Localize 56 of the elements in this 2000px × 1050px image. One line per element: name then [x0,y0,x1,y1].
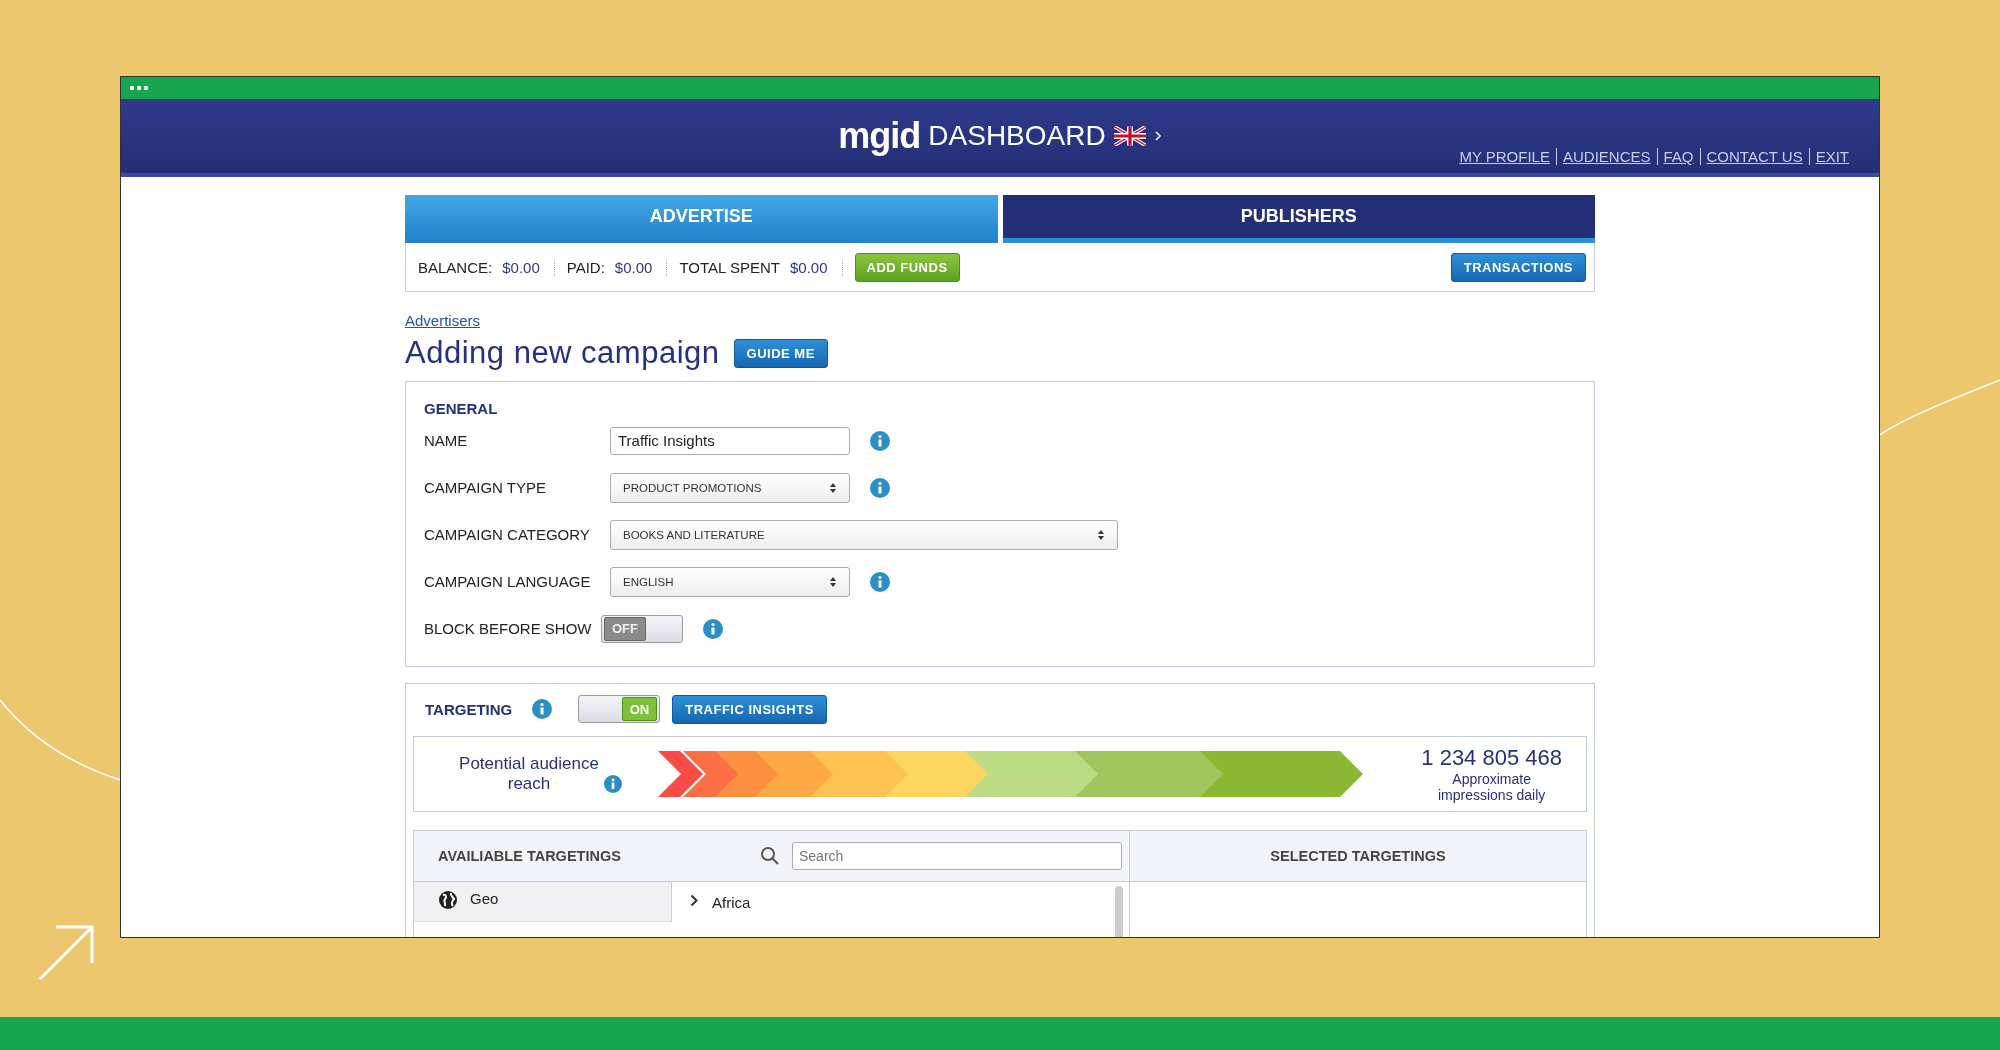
select-field[interactable]: BOOKS AND LITERATURE [610,519,1118,550]
diagonal-arrow-icon [38,925,94,981]
reach-label: Potential audience reach [458,754,600,794]
field-label: CAMPAIGN LANGUAGE [424,573,592,590]
logo-text: DASHBOARD [928,120,1106,152]
nav-link[interactable]: AUDIENCES [1556,148,1651,165]
guide-me-button[interactable]: GUIDE ME [733,338,828,368]
balance-value: $0.00 [502,258,540,276]
info-icon[interactable] [870,477,890,498]
field-label: NAME [424,432,469,449]
scrollbar[interactable] [1115,886,1123,937]
search-icon [760,846,780,866]
tab[interactable]: PUBLISHERS [1002,195,1595,243]
nav-link[interactable]: EXIT [1808,148,1849,165]
sort-arrows-icon [829,575,837,588]
caret-icon[interactable] [1153,130,1162,142]
toggle-knob: ON [621,697,658,721]
breadcrumb-link[interactable]: Advertisers [405,312,481,329]
column-heading: SELECTED TARGETINGS [1130,831,1586,882]
balance-label: TOTAL SPENT [679,258,780,276]
field-label: BLOCK BEFORE SHOW [424,620,593,637]
name-input[interactable]: Traffic Insights [610,426,850,455]
select-field[interactable]: ENGLISH [610,566,850,597]
info-icon[interactable] [532,699,553,719]
nav-link[interactable]: CONTACT US [1699,148,1803,165]
category-item[interactable]: Geo [414,882,672,922]
toggle-knob: OFF [604,616,646,641]
balance-value: $0.00 [789,258,828,276]
select-field[interactable]: PRODUCT PROMOTIONS [610,472,850,503]
search-field[interactable]: Search [792,842,1122,870]
nav-link[interactable]: FAQ [1656,148,1694,165]
info-icon[interactable] [870,571,890,592]
list-item[interactable]: Africa [672,882,751,911]
balance-value: $0.00 [614,258,653,276]
sort-arrows-icon [829,481,837,494]
balance-label: BALANCE: [418,258,493,276]
nav-link[interactable]: MY PROFILE [1459,148,1550,165]
section-heading: GENERAL [424,400,499,417]
impressions-caption: Approximate impressions daily [1436,771,1547,803]
logo: mgid [838,115,921,157]
balance-label: PAID: [566,258,605,276]
window-dots-icon [129,85,149,91]
globe-icon [438,890,458,910]
transactions-button[interactable]: TRANSACTIONS [1450,252,1586,282]
field-label: CAMPAIGN TYPE [424,479,547,496]
flag-icon[interactable] [1113,126,1146,146]
section-heading: TARGETING [425,700,513,718]
traffic-insights-button[interactable]: TRAFFIC INSIGHTS [672,694,827,724]
field-label: CAMPAIGN CATEGORY [424,526,591,543]
impressions-count: 1 234 805 468 [1421,745,1562,771]
info-icon[interactable] [703,618,723,639]
sort-arrows-icon [1097,528,1105,541]
page-title: Adding new campaign [405,335,720,371]
column-heading: AVAILIABLE TARGETINGS [438,848,622,864]
info-icon[interactable] [870,430,890,451]
info-icon[interactable] [604,775,622,793]
